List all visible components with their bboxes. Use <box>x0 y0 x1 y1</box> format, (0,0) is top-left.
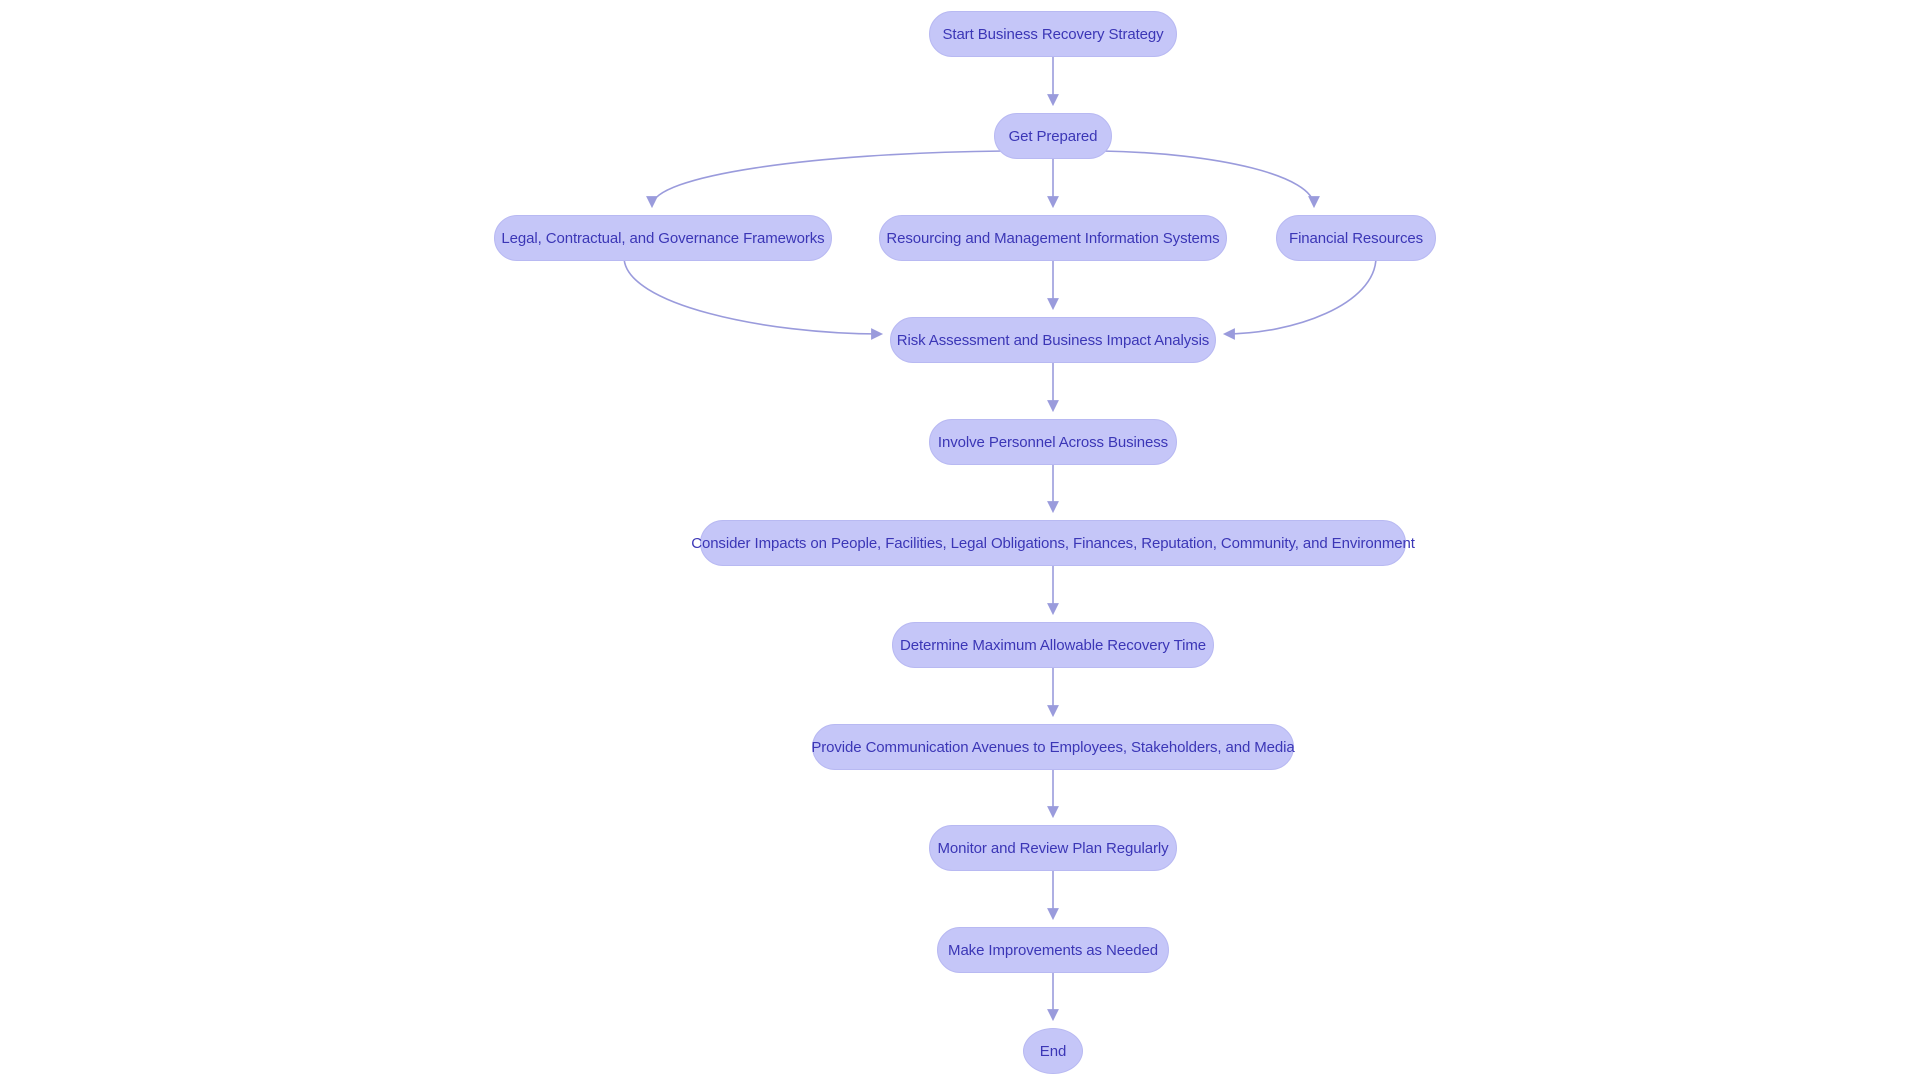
flow-node-prepare[interactable]: Get Prepared <box>994 113 1112 159</box>
flow-node-improve[interactable]: Make Improvements as Needed <box>937 927 1169 973</box>
flow-edge-prepare-to-legal <box>646 150 1005 209</box>
flow-node-recoverytime[interactable]: Determine Maximum Allowable Recovery Tim… <box>892 622 1214 668</box>
flow-node-label: Legal, Contractual, and Governance Frame… <box>501 229 825 247</box>
flow-node-risk[interactable]: Risk Assessment and Business Impact Anal… <box>890 317 1216 363</box>
flow-node-label: Get Prepared <box>1008 127 1098 145</box>
flow-node-label: Risk Assessment and Business Impact Anal… <box>896 331 1210 349</box>
flow-node-impacts[interactable]: Consider Impacts on People, Facilities, … <box>691 520 1415 566</box>
flow-node-label: Start Business Recovery Strategy <box>942 25 1164 43</box>
flowchart-canvas: Start Business Recovery Strategy Get Prep… <box>0 0 1920 1080</box>
flow-edge-financial-to-risk <box>1222 256 1377 340</box>
flow-node-label: Determine Maximum Allowable Recovery Tim… <box>899 636 1206 654</box>
flow-node-label: Resourcing and Management Information Sy… <box>886 229 1220 247</box>
flow-node-label: Make Improvements as Needed <box>948 941 1158 959</box>
flow-node-financial[interactable]: Financial Resources <box>1276 215 1436 261</box>
flow-node-legal[interactable]: Legal, Contractual, and Governance Frame… <box>494 215 832 261</box>
flow-node-monitor[interactable]: Monitor and Review Plan Regularly <box>929 825 1177 871</box>
flow-node-communicate[interactable]: Provide Communication Avenues to Employe… <box>811 724 1295 770</box>
flow-node-start[interactable]: Start Business Recovery Strategy <box>929 11 1177 57</box>
flow-node-end[interactable]: End <box>1023 1028 1083 1074</box>
flow-node-resourcing[interactable]: Resourcing and Management Information Sy… <box>879 215 1227 261</box>
flow-node-label: Consider Impacts on People, Facilities, … <box>691 534 1415 552</box>
flow-edge-prepare-to-financial <box>1101 150 1320 209</box>
flow-node-label: Involve Personnel Across Business <box>937 433 1169 451</box>
flow-edge-legal-to-risk <box>623 256 884 340</box>
flow-node-label: Monitor and Review Plan Regularly <box>937 839 1169 857</box>
flow-node-label: Provide Communication Avenues to Employe… <box>811 738 1295 756</box>
flow-node-label: End <box>1039 1042 1067 1060</box>
flow-node-label: Financial Resources <box>1289 229 1423 247</box>
flow-node-personnel[interactable]: Involve Personnel Across Business <box>929 419 1177 465</box>
